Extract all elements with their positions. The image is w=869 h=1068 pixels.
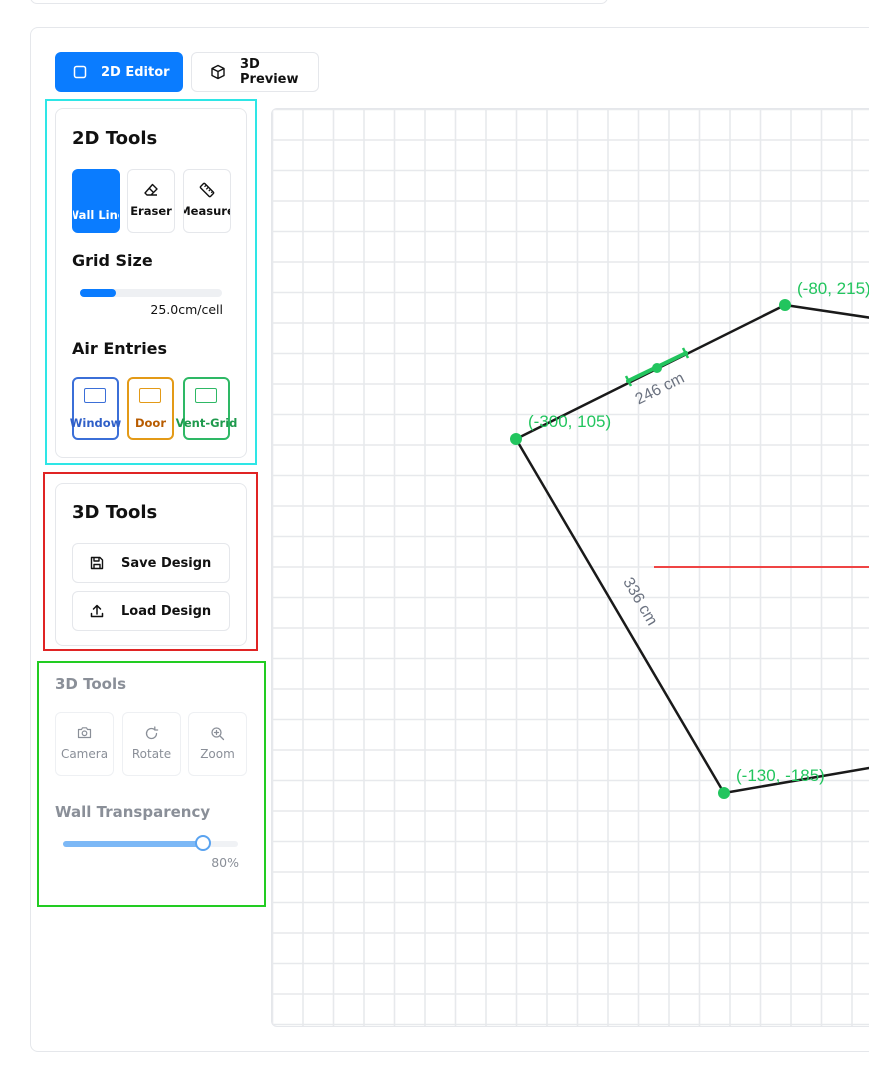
save-icon bbox=[90, 556, 104, 570]
window-icon bbox=[84, 388, 106, 403]
tools-3d-view-title: 3D Tools bbox=[55, 675, 127, 693]
save-design-button[interactable]: Save Design bbox=[72, 543, 230, 583]
point-label-2: (-300, 105) bbox=[528, 412, 611, 431]
rotate-label: Rotate bbox=[131, 747, 172, 761]
grid-size-slider-fill bbox=[80, 289, 116, 297]
vent-grid-entry-button[interactable]: Vent-Grid bbox=[176, 377, 237, 440]
camera-icon bbox=[56, 726, 113, 739]
air-entries-title: Air Entries bbox=[72, 339, 168, 358]
eraser-tool-button[interactable]: Eraser bbox=[127, 169, 175, 233]
tab-3d-preview-label: 3D Preview bbox=[240, 57, 299, 87]
cube-icon bbox=[211, 64, 225, 80]
wall-transparency-thumb[interactable] bbox=[195, 835, 211, 851]
window-entry-button[interactable]: Window bbox=[70, 377, 121, 440]
zoom-in-icon bbox=[189, 726, 246, 741]
top-panel-edge bbox=[30, 0, 608, 4]
vent-grid-label: Vent-Grid bbox=[175, 416, 238, 430]
wall-transparency-fill bbox=[63, 841, 203, 847]
grid-size-slider[interactable] bbox=[80, 289, 222, 297]
square-icon bbox=[73, 65, 87, 79]
point-label-3: (-130, -185) bbox=[736, 766, 825, 785]
load-design-label: Load Design bbox=[121, 603, 212, 619]
tab-2d-editor-label: 2D Editor bbox=[101, 64, 170, 80]
window-label: Window bbox=[69, 416, 122, 430]
wall-point-2 bbox=[510, 433, 522, 445]
zoom-label: Zoom bbox=[200, 747, 235, 761]
rotate-button[interactable]: Rotate bbox=[122, 712, 181, 776]
tools-3d-file-title: 3D Tools bbox=[72, 502, 158, 523]
door-label: Door bbox=[134, 416, 167, 430]
grid-size-value: 25.0cm/cell bbox=[150, 302, 223, 317]
highlight-3d-view-tools bbox=[37, 661, 266, 907]
grid-size-label: Grid Size bbox=[72, 251, 153, 270]
eraser-icon bbox=[128, 182, 174, 198]
window-center-point bbox=[652, 363, 662, 373]
rotate-icon bbox=[123, 726, 180, 741]
floorplan-canvas[interactable]: (-80, 215) (-300, 105) (-130, -185) 246 … bbox=[271, 108, 869, 1027]
ruler-icon bbox=[184, 182, 230, 198]
upload-icon bbox=[90, 604, 104, 618]
save-design-label: Save Design bbox=[121, 555, 212, 571]
tab-2d-editor[interactable]: 2D Editor bbox=[55, 52, 183, 92]
wall-line-label: Wall Line bbox=[73, 208, 119, 222]
wall-line-tool-button[interactable]: Wall Line bbox=[72, 169, 120, 233]
point-label-1: (-80, 215) bbox=[797, 279, 869, 298]
camera-label: Camera bbox=[60, 747, 109, 761]
eraser-label: Eraser bbox=[130, 204, 172, 218]
floorplan-drawing: (-80, 215) (-300, 105) (-130, -185) 246 … bbox=[272, 109, 869, 1026]
load-design-button[interactable]: Load Design bbox=[72, 591, 230, 631]
tools-2d-title: 2D Tools bbox=[72, 128, 158, 149]
wall-point-1 bbox=[779, 299, 791, 311]
door-entry-button[interactable]: Door bbox=[127, 377, 174, 440]
dimension-label-left: 336 cm bbox=[619, 575, 660, 629]
wall-transparency-label: Wall Transparency bbox=[55, 803, 211, 821]
door-icon bbox=[139, 388, 161, 403]
measure-label: Measure bbox=[184, 204, 230, 218]
zoom-button[interactable]: Zoom bbox=[188, 712, 247, 776]
camera-button[interactable]: Camera bbox=[55, 712, 114, 776]
tab-3d-preview[interactable]: 3D Preview bbox=[191, 52, 319, 92]
wall-point-3 bbox=[718, 787, 730, 799]
wall-transparency-slider[interactable] bbox=[63, 835, 238, 852]
wall-transparency-value: 80% bbox=[211, 855, 239, 870]
measure-tool-button[interactable]: Measure bbox=[183, 169, 231, 233]
vent-grid-icon bbox=[195, 388, 217, 403]
